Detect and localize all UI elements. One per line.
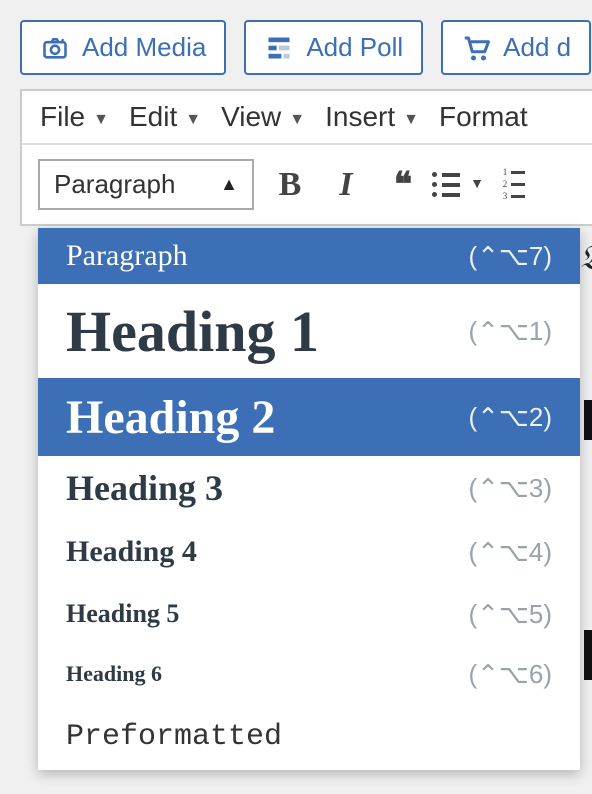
action-button-row: Add Media Add Poll [20, 20, 592, 75]
block-format-select[interactable]: Paragraph ▲ [38, 159, 254, 210]
format-option-shortcut: (⌃⌥1) [468, 316, 552, 347]
format-option-label: Heading 2 [66, 390, 275, 445]
format-option-label: Heading 1 [66, 298, 319, 365]
menu-format-label: Format [439, 101, 528, 133]
format-option-label: Preformatted [66, 720, 282, 754]
menu-view-label: View [221, 101, 281, 133]
poll-icon [264, 33, 294, 63]
add-deal-label: Add d [503, 32, 571, 63]
chevron-down-icon: ▼ [185, 111, 201, 129]
chevron-down-icon: ▼ [289, 111, 305, 129]
add-media-button[interactable]: Add Media [20, 20, 226, 75]
bold-button[interactable]: B [270, 165, 310, 205]
menu-insert-label: Insert [325, 101, 395, 133]
format-option-shortcut: (⌃⌥6) [468, 659, 552, 690]
format-option-shortcut: (⌃⌥3) [468, 473, 552, 504]
chevron-down-icon: ▼ [403, 111, 419, 129]
editor-menubar: File ▼ Edit ▼ View ▼ Insert ▼ Format [22, 91, 592, 145]
format-option-shortcut: (⌃⌥2) [468, 402, 552, 433]
menu-view[interactable]: View ▼ [221, 101, 305, 133]
cart-icon [461, 33, 491, 63]
editor-toolbar: Paragraph ▲ B I ❝ ▼ 1 2 3 [22, 145, 592, 224]
numbered-list-icon: 1 2 3 [503, 168, 526, 201]
format-option-label: Heading 6 [66, 661, 162, 687]
block-format-current: Paragraph [54, 169, 175, 200]
add-poll-label: Add Poll [306, 32, 403, 63]
add-poll-button[interactable]: Add Poll [244, 20, 423, 75]
menu-format[interactable]: Format [439, 101, 528, 133]
block-format-dropdown: Paragraph (⌃⌥7) Heading 1 (⌃⌥1) Heading 2 (⌃⌥… [38, 228, 580, 770]
obscured-content [584, 400, 592, 440]
italic-button[interactable]: I [326, 165, 366, 205]
menu-insert[interactable]: Insert ▼ [325, 101, 419, 133]
format-option-shortcut: (⌃⌥5) [468, 599, 552, 630]
format-option-label: Paragraph [66, 239, 188, 273]
chevron-down-icon: ▼ [470, 177, 484, 193]
format-option-h5[interactable]: Heading 5 (⌃⌥5) [38, 584, 580, 644]
menu-edit-label: Edit [129, 101, 177, 133]
bullet-list-button[interactable]: ▼ [438, 165, 478, 205]
add-media-label: Add Media [82, 32, 206, 63]
obscured-toolbar-icon: 𝔅 [580, 240, 592, 278]
format-option-h6[interactable]: Heading 6 (⌃⌥6) [38, 644, 580, 704]
obscured-content [584, 630, 592, 680]
format-option-h1[interactable]: Heading 1 (⌃⌥1) [38, 284, 580, 378]
format-option-paragraph[interactable]: Paragraph (⌃⌥7) [38, 228, 580, 284]
format-option-pre[interactable]: Preformatted [38, 704, 580, 770]
format-option-label: Heading 3 [66, 467, 223, 509]
format-option-h2[interactable]: Heading 2 (⌃⌥2) [38, 378, 580, 456]
menu-file-label: File [40, 101, 85, 133]
editor-container: File ▼ Edit ▼ View ▼ Insert ▼ Format Par… [20, 89, 592, 226]
camera-icon [40, 33, 70, 63]
format-option-label: Heading 5 [66, 599, 179, 629]
format-option-label: Heading 4 [66, 535, 197, 569]
numbered-list-button[interactable]: 1 2 3 [494, 165, 534, 205]
blockquote-button[interactable]: ❝ [382, 165, 422, 205]
add-deal-button[interactable]: Add d [441, 20, 591, 75]
menu-edit[interactable]: Edit ▼ [129, 101, 201, 133]
menu-file[interactable]: File ▼ [40, 101, 109, 133]
format-option-h4[interactable]: Heading 4 (⌃⌥4) [38, 520, 580, 584]
format-option-shortcut: (⌃⌥7) [468, 241, 552, 272]
bullet-list-icon [432, 172, 460, 197]
triangle-up-icon: ▲ [220, 174, 238, 195]
chevron-down-icon: ▼ [93, 111, 109, 129]
format-option-h3[interactable]: Heading 3 (⌃⌥3) [38, 456, 580, 520]
format-option-shortcut: (⌃⌥4) [468, 537, 552, 568]
